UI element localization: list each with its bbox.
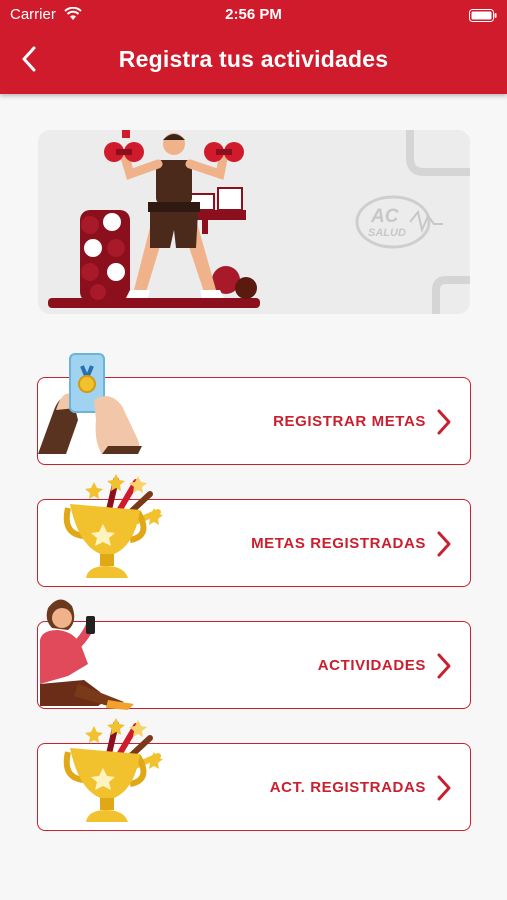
person-phone-icon <box>40 599 134 710</box>
trophy-icon <box>63 474 163 578</box>
chevron-right-icon <box>437 409 451 435</box>
fitness-illustration: AC SALUD <box>48 130 470 314</box>
card-label: REGISTRAR METAS <box>273 412 426 430</box>
trophy-icon <box>63 718 163 822</box>
phone-medal-icon <box>38 353 142 454</box>
back-button[interactable] <box>14 44 44 74</box>
card-label: ACT. REGISTRADAS <box>269 778 426 796</box>
svg-text:AC: AC <box>370 206 399 227</box>
chevron-right-icon <box>437 531 451 557</box>
banner-illustration: AC SALUD <box>38 130 470 314</box>
svg-text:SALUD: SALUD <box>368 227 406 239</box>
app-header: Carrier 2:56 PM Registra tus actividades <box>0 0 507 94</box>
ac-salud-logo: AC SALUD <box>355 195 443 249</box>
chevron-right-icon <box>437 653 451 679</box>
page-title: Registra tus actividades <box>118 46 389 72</box>
card-label: ACTIVIDADES <box>317 656 426 674</box>
status-bar: Carrier 2:56 PM <box>0 4 507 24</box>
battery-icon <box>469 9 497 26</box>
status-time: 2:56 PM <box>225 6 282 23</box>
chevron-left-icon <box>22 46 36 72</box>
chevron-right-icon <box>437 775 451 801</box>
card-label: METAS REGISTRADAS <box>251 534 426 552</box>
